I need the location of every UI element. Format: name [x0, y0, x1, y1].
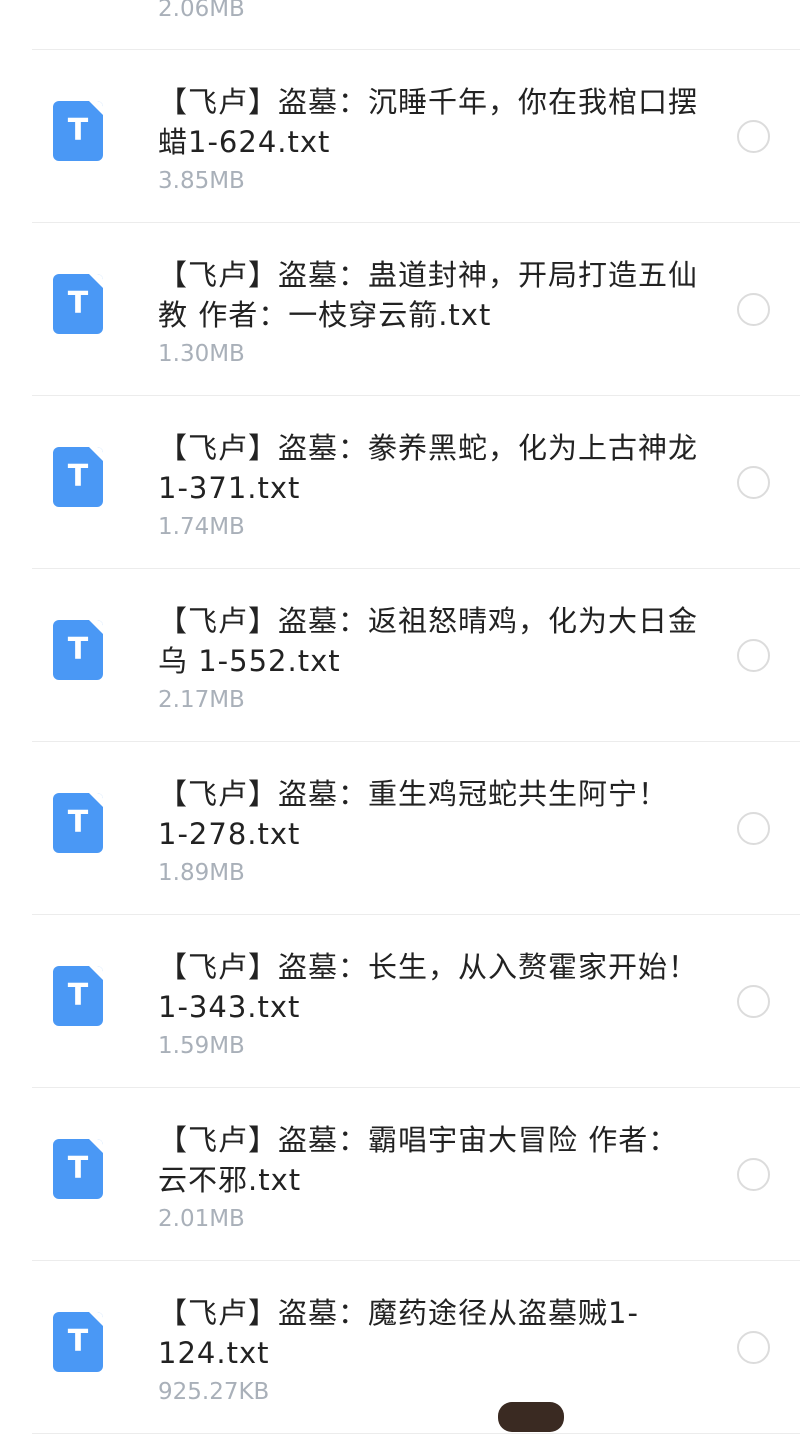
file-row[interactable]: T 【飞卢】盗墓：蛊道封神，开局打造五仙教 作者：一枝穿云箭.txt 1.30M… [32, 223, 800, 396]
file-row[interactable]: T 【飞卢】盗墓：沉睡千年，你在我棺口摆蜡1-624.txt 3.85MB [32, 50, 800, 223]
file-size: 2.01MB [158, 1206, 245, 1232]
file-row[interactable]: T 【飞卢】盗墓：重生鸡冠蛇共生阿宁！1-278.txt 1.89MB [32, 742, 800, 915]
file-row[interactable]: T 【飞卢】盗墓：豢养黑蛇，化为上古神龙1-371.txt 1.74MB [32, 396, 800, 569]
txt-file-icon: T [53, 101, 103, 161]
select-radio[interactable] [737, 1331, 770, 1364]
file-size: 1.74MB [158, 514, 245, 540]
file-size: 1.59MB [158, 1033, 245, 1059]
file-size: 3.85MB [158, 168, 245, 194]
file-name: 【飞卢】盗墓：霸唱宇宙大冒险 作者：云不邪.txt [158, 1123, 679, 1197]
file-list: 2.06MB T 【飞卢】盗墓：沉睡千年，你在我棺口摆蜡1-624.txt 3.… [0, 0, 800, 1434]
file-name: 【飞卢】盗墓：重生鸡冠蛇共生阿宁！1-278.txt [158, 777, 669, 851]
file-row[interactable]: T 【飞卢】盗墓：返祖怒晴鸡，化为大日金乌 1-552.txt 2.17MB [32, 569, 800, 742]
txt-file-icon: T [53, 447, 103, 507]
txt-file-icon: T [53, 793, 103, 853]
file-name: 【飞卢】盗墓：豢养黑蛇，化为上古神龙1-371.txt [158, 431, 699, 505]
file-size: 1.89MB [158, 860, 245, 886]
file-name: 【飞卢】盗墓：沉睡千年，你在我棺口摆蜡1-624.txt [158, 85, 699, 159]
file-name: 【飞卢】盗墓：蛊道封神，开局打造五仙教 作者：一枝穿云箭.txt [158, 258, 699, 332]
select-radio[interactable] [737, 985, 770, 1018]
select-radio[interactable] [737, 466, 770, 499]
select-radio[interactable] [737, 120, 770, 153]
txt-file-icon: T [53, 1312, 103, 1372]
select-radio[interactable] [737, 812, 770, 845]
txt-file-icon: T [53, 1139, 103, 1199]
file-name: 【飞卢】盗墓：魔药途径从盗墓贼1-124.txt [158, 1296, 639, 1370]
file-size: 1.30MB [158, 341, 245, 367]
file-size: 2.17MB [158, 687, 245, 713]
file-name: 【飞卢】盗墓：长生，从入赘霍家开始！1-343.txt [158, 950, 699, 1024]
floating-badge[interactable] [498, 1402, 564, 1432]
file-row[interactable]: T 【飞卢】盗墓：长生，从入赘霍家开始！1-343.txt 1.59MB [32, 915, 800, 1088]
file-size: 2.06MB [158, 0, 245, 22]
file-row[interactable]: 2.06MB [32, 0, 800, 50]
file-size: 925.27KB [158, 1379, 270, 1405]
select-radio[interactable] [737, 639, 770, 672]
select-radio[interactable] [737, 1158, 770, 1191]
file-name: 【飞卢】盗墓：返祖怒晴鸡，化为大日金乌 1-552.txt [158, 604, 699, 678]
txt-file-icon: T [53, 966, 103, 1026]
txt-file-icon: T [53, 274, 103, 334]
file-row[interactable]: T 【飞卢】盗墓：霸唱宇宙大冒险 作者：云不邪.txt 2.01MB [32, 1088, 800, 1261]
select-radio[interactable] [737, 293, 770, 326]
txt-file-icon: T [53, 620, 103, 680]
file-row[interactable]: T 【飞卢】盗墓：魔药途径从盗墓贼1-124.txt 925.27KB [32, 1261, 800, 1434]
